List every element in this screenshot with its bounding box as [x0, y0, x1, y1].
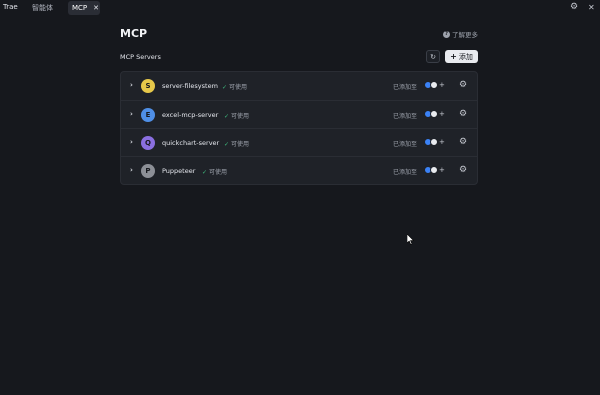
- server-avatar: P: [141, 164, 155, 178]
- status-label: 可使用: [229, 84, 248, 91]
- window-close-icon[interactable]: ✕: [588, 3, 595, 12]
- chevron-right-icon[interactable]: ›: [130, 110, 133, 118]
- server-row[interactable]: › P Puppeteer ✓ 可使用 已添加至 + ⚙: [121, 156, 477, 184]
- status-label: 可使用: [231, 141, 250, 148]
- server-name: quickchart-server: [162, 139, 220, 147]
- server-avatar: S: [141, 79, 155, 93]
- server-avatar: Q: [141, 136, 155, 150]
- add-label: 添加: [458, 52, 473, 61]
- status-badge: ✓ 可使用: [222, 82, 247, 91]
- added-to-label: 已添加至: [393, 84, 418, 91]
- learn-more-link[interactable]: ? 了解更多: [443, 29, 478, 39]
- tab-agent[interactable]: 智能体: [32, 1, 53, 15]
- agent-avatar: [430, 81, 438, 89]
- close-icon[interactable]: ✕: [93, 4, 99, 12]
- check-icon: ✓: [224, 141, 230, 148]
- agent-avatar: [430, 110, 438, 118]
- agent-avatars[interactable]: +: [424, 166, 445, 174]
- plus-icon: +: [439, 110, 445, 118]
- tab-mcp[interactable]: MCP ✕: [68, 1, 100, 15]
- settings-gear-icon[interactable]: ⚙: [570, 3, 578, 12]
- page-title: MCP: [120, 27, 148, 40]
- plus-icon: +: [439, 81, 445, 89]
- check-icon: ✓: [222, 84, 228, 91]
- learn-more-label: 了解更多: [452, 31, 478, 39]
- agent-avatar: [430, 166, 438, 174]
- refresh-button[interactable]: ↻: [426, 50, 440, 63]
- server-avatar: E: [141, 108, 155, 122]
- refresh-icon: ↻: [430, 52, 436, 61]
- agent-avatars[interactable]: +: [424, 110, 445, 118]
- mouse-cursor-icon: [407, 234, 415, 245]
- check-icon: ✓: [224, 113, 230, 120]
- top-bar: Trae 智能体 MCP ✕ ⚙ ✕: [0, 0, 600, 16]
- chevron-right-icon[interactable]: ›: [130, 81, 133, 89]
- check-icon: ✓: [202, 169, 208, 176]
- status-label: 可使用: [209, 169, 228, 176]
- gear-icon[interactable]: ⚙: [459, 80, 467, 90]
- chevron-right-icon[interactable]: ›: [130, 138, 133, 146]
- server-row[interactable]: › S server-filesystem ✓ 可使用 已添加至 + ⚙: [121, 72, 477, 100]
- chevron-right-icon[interactable]: ›: [130, 166, 133, 174]
- server-name: excel-mcp-server: [162, 111, 219, 119]
- status-badge: ✓ 可使用: [224, 111, 249, 120]
- status-badge: ✓ 可使用: [224, 139, 249, 148]
- server-row[interactable]: › E excel-mcp-server ✓ 可使用 已添加至 + ⚙: [121, 100, 477, 128]
- gear-icon[interactable]: ⚙: [459, 109, 467, 119]
- help-icon: ?: [443, 30, 450, 38]
- gear-icon[interactable]: ⚙: [459, 165, 467, 175]
- status-label: 可使用: [231, 113, 250, 120]
- agent-avatar: [430, 138, 438, 146]
- plus-icon: +: [450, 52, 457, 61]
- gear-icon[interactable]: ⚙: [459, 137, 467, 147]
- tab-label: 智能体: [32, 4, 53, 12]
- server-row[interactable]: › Q quickchart-server ✓ 可使用 已添加至 + ⚙: [121, 128, 477, 156]
- added-to-label: 已添加至: [393, 141, 418, 148]
- server-name: server-filesystem: [162, 82, 218, 90]
- added-to-label: 已添加至: [393, 169, 418, 176]
- status-badge: ✓ 可使用: [202, 167, 227, 176]
- plus-icon: +: [439, 138, 445, 146]
- server-name: Puppeteer: [162, 167, 196, 175]
- section-title: MCP Servers: [120, 53, 161, 61]
- app-name: Trae: [3, 3, 18, 11]
- added-to-label: 已添加至: [393, 113, 418, 120]
- server-list: › S server-filesystem ✓ 可使用 已添加至 + ⚙ › E …: [120, 71, 478, 185]
- plus-icon: +: [439, 166, 445, 174]
- agent-avatars[interactable]: +: [424, 138, 445, 146]
- add-button[interactable]: + 添加: [445, 50, 478, 63]
- agent-avatars[interactable]: +: [424, 81, 445, 89]
- tab-label: MCP: [72, 4, 88, 12]
